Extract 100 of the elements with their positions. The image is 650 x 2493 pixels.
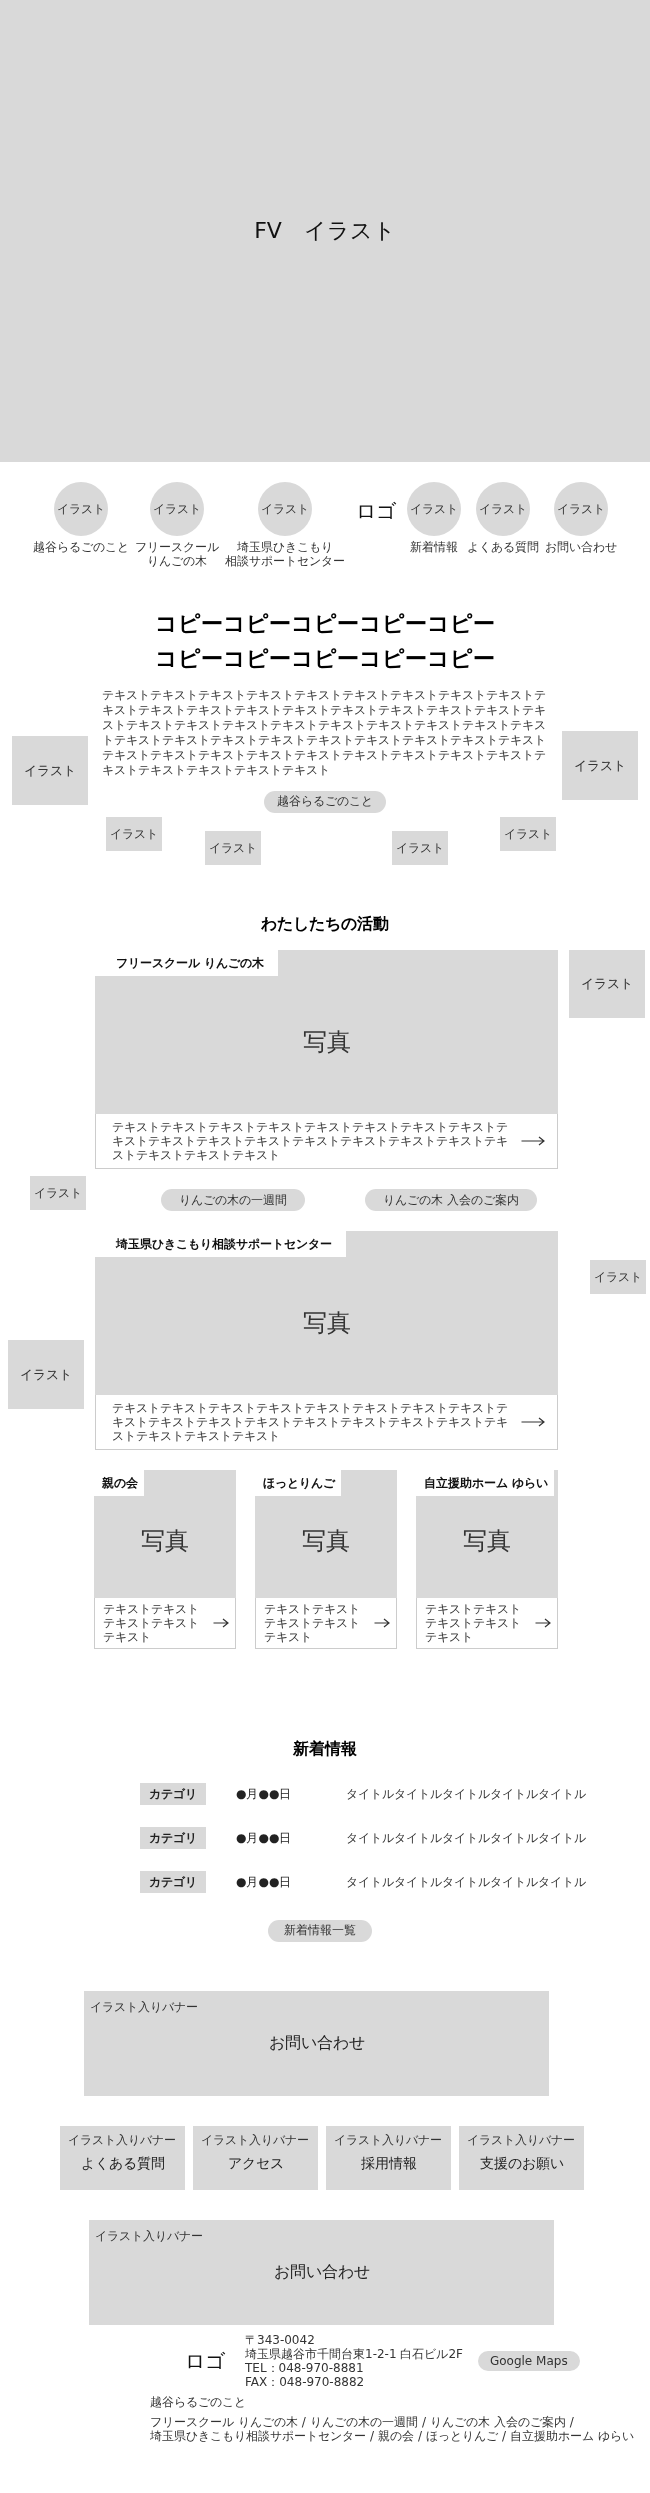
news-date: ●月●●日 — [236, 1785, 293, 1803]
footer-link[interactable]: 埼玉県ひきこもり相談サポートセンター — [150, 2429, 366, 2443]
placeholder-label: イラスト — [574, 756, 626, 775]
placeholder-label: イラスト — [24, 761, 76, 780]
nav-link[interactable]: 埼玉県ひきこもり — [237, 540, 333, 554]
placeholder-label: イラスト — [396, 839, 444, 857]
banner[interactable]: イラスト入りバナー 採用情報 — [326, 2126, 451, 2190]
placeholder-label: イラスト — [153, 500, 201, 518]
banner[interactable]: イラスト入りバナー お問い合わせ — [84, 1991, 549, 2096]
category-tag: カテゴリ — [140, 1827, 206, 1849]
placeholder-label: イラスト — [34, 1184, 82, 1202]
category-tag: カテゴリ — [140, 1871, 206, 1893]
nav-link[interactable]: よくある質問 — [467, 540, 539, 554]
logo: ロゴ — [184, 2349, 226, 2373]
placeholder-label: イラスト — [261, 500, 309, 518]
banner[interactable]: イラスト入りバナー お問い合わせ — [89, 2220, 554, 2325]
card-footer-link[interactable]: テキストテキストテキストテキストテキストテキストテキストテキストテキストテキストテキストテキストテキストテキストテキストテキストテキストテキストテキストテキスト — [95, 1395, 558, 1450]
body-text: テキストテキストテキストテキストテキストテキストテキストテキストテキストテキストテキストテキストテキストテキストテキストテキストテキストテキストテキストテキストテキストテキストテキストテキストテキストテキストテキストテキストテキストテキストテキストテキストテキストテキストテキストテキストテキストテキストテキストテキストテキストテキストテキストテキストテキストテキストテキストテキストテキストテキストテキスト — [102, 688, 547, 778]
nav-link[interactable]: りんごの木 — [147, 554, 207, 568]
footer-link[interactable]: 越谷らるごのこと — [150, 2395, 246, 2409]
footer-link[interactable]: りんごの木の一週間 — [309, 2415, 418, 2429]
card-title: フリースクール りんごの木 — [95, 950, 279, 976]
placeholder-label: イラスト — [504, 825, 552, 843]
card-text: テキストテキストテキストテキストテキスト — [264, 1602, 361, 1644]
card-footer-link[interactable]: テキストテキストテキストテキストテキストテキストテキストテキストテキストテキストテキストテキストテキストテキストテキストテキストテキストテキストテキストテキスト — [95, 1114, 558, 1169]
card-text: テキストテキストテキストテキストテキストテキストテキストテキストテキストテキストテキストテキストテキストテキストテキストテキストテキストテキストテキストテキスト — [112, 1401, 509, 1443]
placeholder-label: 写真 — [302, 1308, 351, 1339]
pill-button[interactable]: りんごの木 入会のご案内 — [365, 1189, 537, 1211]
link-separator: / — [421, 2415, 426, 2429]
banner-label: イラスト入りバナー — [201, 2133, 310, 2147]
banner-title: お問い合わせ — [273, 2262, 370, 2283]
headline: コピーコピーコピーコピーコピー — [154, 645, 496, 673]
banner-title: よくある質問 — [79, 2155, 166, 2173]
nav-link[interactable]: 相談サポートセンター — [225, 554, 345, 568]
arrow-icon — [521, 1417, 545, 1427]
banner-label: イラスト入りバナー — [90, 2000, 198, 2014]
banner-label: イラスト入りバナー — [68, 2133, 177, 2147]
link-separator: / — [301, 2415, 306, 2429]
card-footer-link[interactable]: テキストテキストテキストテキストテキスト — [94, 1598, 236, 1649]
placeholder-label: 写真 — [463, 1526, 511, 1557]
footer-link[interactable]: 自立援助ホーム ゆらい — [510, 2429, 634, 2443]
section-heading: わたしたちの活動 — [260, 914, 390, 934]
address-line: TEL：048-970-8881 — [245, 2361, 365, 2375]
address-line: FAX：048-970-8882 — [245, 2375, 366, 2389]
banner-label: イラスト入りバナー — [95, 2229, 203, 2243]
link-separator: / — [502, 2429, 507, 2443]
card-title: 埼玉県ひきこもり相談サポートセンター — [95, 1231, 346, 1257]
card-footer-link[interactable]: テキストテキストテキストテキストテキスト — [255, 1598, 397, 1649]
news-title[interactable]: タイトルタイトルタイトルタイトルタイトル — [346, 1829, 650, 1847]
pill-button[interactable]: りんごの木の一週間 — [161, 1189, 305, 1211]
banner[interactable]: イラスト入りバナー よくある質問 — [60, 2126, 185, 2190]
card-text: テキストテキストテキストテキストテキストテキストテキストテキストテキストテキストテキストテキストテキストテキストテキストテキストテキストテキストテキストテキスト — [112, 1120, 509, 1162]
card-title: 親の会 — [94, 1470, 144, 1496]
banner[interactable]: イラスト入りバナー アクセス — [193, 2126, 318, 2190]
logo[interactable]: ロゴ — [356, 498, 396, 525]
card-footer-link[interactable]: テキストテキストテキストテキストテキスト — [416, 1598, 558, 1649]
news-title[interactable]: タイトルタイトルタイトルタイトルタイトル — [346, 1873, 650, 1891]
nav-link[interactable]: 新着情報 — [410, 540, 458, 554]
arrow-icon — [213, 1618, 229, 1628]
pill-button[interactable]: 越谷らるごのこと — [264, 790, 386, 813]
banner[interactable]: イラスト入りバナー 支援のお願い — [459, 2126, 584, 2190]
placeholder-label: FV イラスト — [254, 217, 396, 245]
link-separator: / — [418, 2429, 423, 2443]
placeholder-label: イラスト — [57, 500, 105, 518]
card-text: テキストテキストテキストテキストテキスト — [425, 1602, 522, 1644]
footer-link[interactable]: 親の会 — [378, 2429, 415, 2443]
banner-label: イラスト入りバナー — [467, 2133, 576, 2147]
pill-button[interactable]: 新着情報一覧 — [268, 1919, 372, 1942]
placeholder-label: イラスト — [209, 839, 257, 857]
nav-link[interactable]: フリースクール — [135, 540, 219, 554]
map-button[interactable]: Google Maps — [477, 2351, 580, 2371]
address-line: 〒343-0042 — [245, 2333, 316, 2347]
placeholder-label: イラスト — [410, 500, 458, 518]
placeholder-label: 写真 — [302, 1027, 351, 1058]
placeholder-label: イラスト — [479, 500, 527, 518]
address-line: 埼玉県越谷市千間台東1-2-1 白石ビル2F — [245, 2347, 463, 2361]
footer-link[interactable]: フリースクール りんごの木 — [150, 2415, 298, 2429]
placeholder-label: 写真 — [302, 1526, 350, 1557]
arrow-icon — [535, 1618, 551, 1628]
news-title[interactable]: タイトルタイトルタイトルタイトルタイトル — [346, 1785, 650, 1803]
footer-link[interactable]: ほっとりんご — [426, 2429, 499, 2443]
nav-link[interactable]: お問い合わせ — [545, 540, 617, 554]
headline: コピーコピーコピーコピーコピー — [154, 610, 496, 638]
placeholder-label: イラスト — [557, 500, 605, 518]
category-tag: カテゴリ — [140, 1783, 206, 1805]
news-date: ●月●●日 — [236, 1829, 293, 1847]
arrow-icon — [374, 1618, 390, 1628]
placeholder-label: イラスト — [110, 825, 158, 843]
nav-link[interactable]: 越谷らるごのこと — [33, 540, 129, 554]
placeholder-label: イラスト — [20, 1365, 72, 1384]
footer-link[interactable]: りんごの木 入会のご案内 — [429, 2415, 566, 2429]
banner-title: 採用情報 — [359, 2155, 418, 2173]
card-title: 自立援助ホーム ゆらい — [416, 1470, 555, 1496]
placeholder-label: イラスト — [594, 1268, 642, 1286]
banner-title: お問い合わせ — [268, 2033, 365, 2054]
card-title: ほっとりんご — [255, 1470, 341, 1496]
section-heading: 新着情報 — [292, 1739, 358, 1759]
arrow-icon — [521, 1136, 545, 1146]
card-text: テキストテキストテキストテキストテキスト — [103, 1602, 200, 1644]
banner-title: 支援のお願い — [478, 2155, 565, 2173]
